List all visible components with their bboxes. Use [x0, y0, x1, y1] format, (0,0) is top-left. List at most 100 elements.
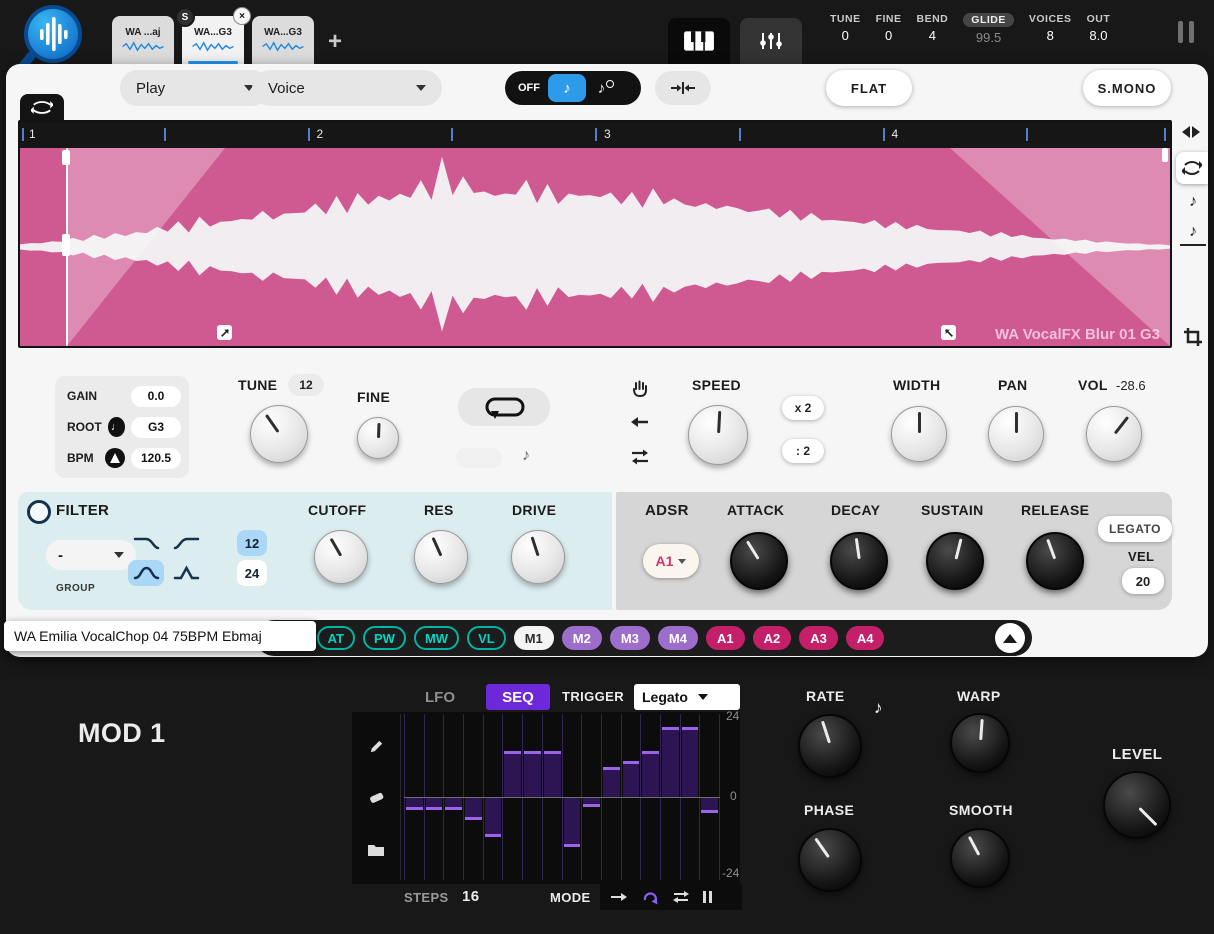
seq-step[interactable] — [640, 714, 660, 880]
slope-12-button[interactable]: 12 — [237, 530, 267, 556]
smooth-knob[interactable] — [950, 828, 1010, 888]
lowpass-filter-button[interactable] — [128, 530, 164, 556]
tab-lfo[interactable]: LFO — [414, 684, 466, 710]
mod-slot-a4[interactable]: A4 — [846, 626, 885, 650]
trigger-dropdown[interactable]: Legato — [634, 684, 740, 710]
phase-knob[interactable] — [798, 828, 862, 892]
metric-value[interactable]: 0 — [885, 28, 892, 43]
speed-knob[interactable] — [688, 405, 748, 465]
bypass-icon[interactable] — [1178, 21, 1194, 43]
seq-step[interactable] — [404, 714, 424, 880]
sync-triplet-button[interactable]: ♪ — [586, 74, 626, 102]
metric-value[interactable]: 99.5 — [976, 30, 1001, 45]
width-knob[interactable] — [891, 406, 947, 462]
pan-knob[interactable] — [988, 406, 1044, 462]
speed-divide-badge[interactable]: : 2 — [782, 439, 824, 463]
seq-step[interactable] — [601, 714, 621, 880]
vol-value[interactable]: -28.6 — [1116, 378, 1146, 393]
mixer-view-button[interactable] — [740, 18, 802, 64]
mod-slot-m3[interactable]: M3 — [610, 626, 650, 650]
seq-step[interactable] — [502, 714, 522, 880]
env-slot-dropdown[interactable]: A1 — [643, 544, 699, 578]
metronome-icon[interactable] — [105, 448, 125, 468]
collapse-panel-button[interactable] — [995, 623, 1025, 653]
clef-icon[interactable]: ♩ — [108, 417, 125, 437]
seq-step[interactable] — [680, 714, 700, 880]
seq-step[interactable] — [483, 714, 503, 880]
seq-step[interactable] — [542, 714, 562, 880]
keyboard-view-button[interactable] — [668, 18, 730, 64]
rate-knob[interactable] — [798, 714, 862, 778]
filter-enable-toggle[interactable] — [27, 500, 51, 524]
vel-value-badge[interactable]: 20 — [1122, 568, 1164, 594]
solo-badge[interactable]: S — [175, 7, 195, 27]
seq-step[interactable] — [424, 714, 444, 880]
loop-tool-button[interactable] — [1176, 152, 1208, 184]
stereo-mono-button[interactable]: S.MONO — [1083, 70, 1171, 106]
legato-button[interactable]: LEGATO — [1098, 516, 1172, 542]
metric-value[interactable]: 8.0 — [1089, 28, 1107, 43]
sync-straight-button[interactable]: ♪ — [548, 74, 586, 102]
mod-slot-mw[interactable]: MW — [414, 626, 459, 650]
metric-value[interactable]: 8 — [1047, 28, 1054, 43]
seq-step[interactable] — [621, 714, 641, 880]
crop-icon[interactable] — [1180, 324, 1206, 350]
bell-filter-button[interactable] — [168, 560, 204, 586]
slope-24-button[interactable]: 24 — [237, 560, 267, 586]
hand-tool-icon[interactable] — [630, 378, 650, 403]
bandpass-filter-button[interactable] — [128, 560, 164, 586]
root-value[interactable]: G3 — [131, 417, 181, 438]
loop-length-badge[interactable] — [456, 448, 502, 468]
waveform-display[interactable]: 1234 WA VocalFX Blur 01 G — [18, 120, 1172, 348]
folder-icon[interactable] — [362, 836, 390, 864]
fade-in-handle[interactable] — [217, 325, 232, 340]
sample-tab[interactable]: WA...G3 — [252, 16, 314, 64]
flat-button[interactable]: FLAT — [826, 70, 912, 106]
warp-knob[interactable] — [950, 713, 1010, 773]
end-marker-grip[interactable] — [1162, 148, 1168, 162]
tune-knob[interactable] — [250, 405, 308, 463]
highpass-filter-button[interactable] — [168, 530, 204, 556]
close-tab-icon[interactable]: × — [233, 7, 251, 25]
tune-semitones-badge[interactable]: 12 — [288, 374, 324, 396]
loop-mode-tab[interactable] — [20, 94, 64, 120]
scroll-arrows-icon[interactable] — [1182, 126, 1200, 138]
sample-tab[interactable]: WA...G3S× — [182, 16, 244, 64]
pencil-tool-icon[interactable] — [362, 732, 390, 760]
seq-step[interactable] — [660, 714, 680, 880]
seq-step[interactable] — [443, 714, 463, 880]
cutoff-knob[interactable] — [314, 530, 368, 584]
step-sequencer-grid[interactable] — [404, 714, 720, 880]
hold-mode-icon[interactable] — [703, 891, 712, 903]
note-sync-icon[interactable]: ♪ — [1180, 190, 1206, 214]
level-knob[interactable] — [1103, 771, 1171, 839]
release-knob[interactable] — [1026, 532, 1084, 590]
loop-mode-icon[interactable] — [641, 889, 659, 905]
note-length-icon[interactable]: ♪ — [1180, 220, 1206, 246]
sync-off-button[interactable]: OFF — [505, 82, 548, 94]
timeline-ruler[interactable]: 1234 — [20, 122, 1170, 148]
fine-knob[interactable] — [357, 417, 399, 459]
drive-knob[interactable] — [511, 530, 565, 584]
add-sample-tab-button[interactable]: + — [328, 28, 342, 56]
start-marker-grip[interactable] — [62, 150, 70, 165]
seq-step[interactable] — [522, 714, 542, 880]
mod-slot-a3[interactable]: A3 — [799, 626, 838, 650]
steps-value[interactable]: 16 — [462, 888, 480, 905]
mod-slot-m2[interactable]: M2 — [562, 626, 602, 650]
filter-group-dropdown[interactable]: - — [46, 540, 136, 570]
tab-seq[interactable]: SEQ — [486, 684, 550, 710]
seq-step[interactable] — [562, 714, 582, 880]
mod-slot-m1[interactable]: M1 — [514, 626, 554, 650]
fade-out-handle[interactable] — [941, 325, 956, 340]
mod-slot-vl[interactable]: VL — [467, 626, 506, 650]
snap-button[interactable] — [655, 71, 711, 105]
forward-mode-icon[interactable] — [610, 892, 628, 902]
mod-slot-a1[interactable]: A1 — [706, 626, 745, 650]
decay-knob[interactable] — [830, 532, 888, 590]
waveform-area[interactable]: WA VocalFX Blur 01 G3 — [20, 148, 1170, 346]
play-mode-dropdown[interactable]: Play — [120, 70, 270, 106]
seq-step[interactable] — [581, 714, 601, 880]
note-sync-icon[interactable]: ♪ — [874, 698, 883, 718]
attack-knob[interactable] — [730, 532, 788, 590]
